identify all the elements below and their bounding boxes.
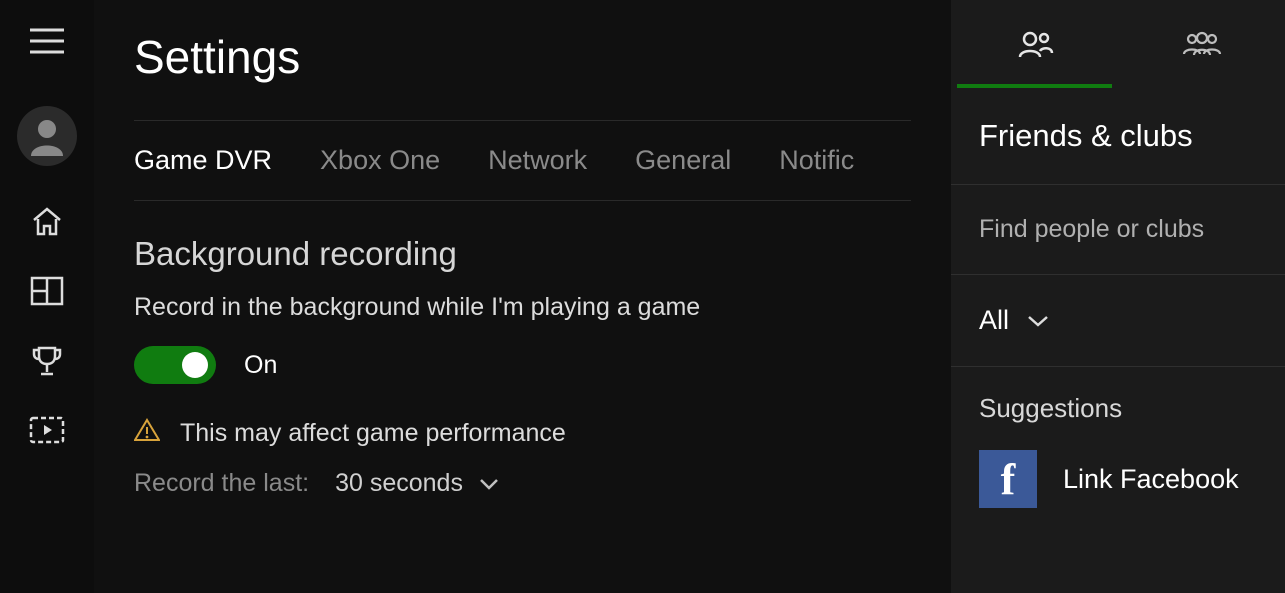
tab-notifications[interactable]: Notific: [779, 145, 854, 176]
section-heading: Background recording: [134, 235, 911, 273]
facebook-icon: f: [979, 450, 1037, 508]
warning-text: This may affect game performance: [180, 419, 566, 448]
tab-general[interactable]: General: [635, 145, 731, 176]
record-last-row: Record the last: 30 seconds: [134, 469, 911, 498]
achievements-icon[interactable]: [31, 344, 63, 378]
home-icon[interactable]: [30, 204, 64, 238]
tab-clubs[interactable]: [1118, 0, 1285, 88]
settings-tabs: Game DVR Xbox One Network General Notifi…: [134, 120, 911, 201]
suggestions-title: Suggestions: [979, 393, 1257, 424]
tab-friends[interactable]: [951, 0, 1118, 88]
link-facebook-button[interactable]: f Link Facebook: [979, 450, 1257, 508]
friends-header: Friends & clubs: [951, 88, 1285, 185]
background-recording-toggle[interactable]: [134, 346, 216, 384]
suggestions-section: Suggestions f Link Facebook: [951, 367, 1285, 508]
warning-icon: [134, 418, 160, 449]
left-nav: [0, 0, 94, 593]
toggle-state-label: On: [244, 351, 277, 380]
filter-label: All: [979, 305, 1009, 336]
find-people-label: Find people or clubs: [979, 215, 1257, 244]
find-people-row[interactable]: Find people or clubs: [951, 185, 1285, 275]
tab-network[interactable]: Network: [488, 145, 587, 176]
avatar[interactable]: [17, 106, 77, 166]
record-last-select[interactable]: 30 seconds: [335, 469, 499, 498]
section-description: Record in the background while I'm playi…: [134, 293, 911, 322]
record-last-label: Record the last:: [134, 469, 309, 498]
filter-row-section: All: [951, 275, 1285, 367]
chevron-down-icon: [479, 477, 499, 491]
warning-row: This may affect game performance: [134, 418, 911, 449]
settings-content: Background recording Record in the backg…: [134, 201, 911, 498]
game-dvr-icon[interactable]: [29, 416, 65, 444]
library-icon[interactable]: [30, 276, 64, 306]
toggle-row: On: [134, 346, 911, 384]
record-last-value: 30 seconds: [335, 469, 463, 498]
right-pane: Friends & clubs Find people or clubs All…: [951, 0, 1285, 593]
chevron-down-icon: [1027, 314, 1049, 328]
hamburger-icon[interactable]: [30, 28, 64, 54]
main-content: Settings Game DVR Xbox One Network Gener…: [94, 0, 951, 593]
tab-game-dvr[interactable]: Game DVR: [134, 145, 272, 176]
filter-select[interactable]: All: [979, 305, 1257, 336]
toggle-knob: [182, 352, 208, 378]
link-facebook-label: Link Facebook: [1063, 464, 1239, 495]
right-tabs: [951, 0, 1285, 88]
friends-title: Friends & clubs: [979, 118, 1257, 154]
tab-xbox-one[interactable]: Xbox One: [320, 145, 440, 176]
page-title: Settings: [134, 30, 911, 84]
